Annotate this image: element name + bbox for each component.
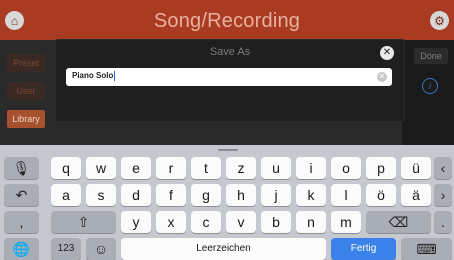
done-button[interactable]: Done — [414, 48, 448, 64]
microphone-key[interactable]: 🎙 — [4, 157, 39, 179]
key-r[interactable]: r — [156, 157, 186, 179]
return-key[interactable]: Fertig — [331, 238, 396, 260]
key-e[interactable]: e — [121, 157, 151, 179]
top-bar: ⌂ Song/Recording ⚙ — [0, 0, 454, 40]
key-w[interactable]: w — [86, 157, 116, 179]
key-i[interactable]: i — [296, 157, 326, 179]
onscreen-keyboard: 🎙 q w e r t z u i o p ü ‹ ↶ a s d f g h … — [0, 145, 454, 260]
key-g[interactable]: g — [191, 184, 221, 206]
dialog-title: Save As — [209, 46, 251, 58]
chevron-left-icon: ‹ — [440, 160, 446, 176]
key-l[interactable]: l — [331, 184, 361, 206]
close-icon[interactable]: ✕ — [380, 46, 394, 60]
name-input[interactable]: Piano Solo ✕ — [66, 68, 392, 86]
globe-key[interactable]: 🌐 — [4, 238, 39, 260]
key-u[interactable]: u — [261, 157, 291, 179]
gear-icon: ⚙ — [434, 13, 445, 28]
cursor-left-key[interactable]: ‹ — [434, 157, 452, 179]
key-m[interactable]: m — [331, 211, 361, 233]
sidebar-item-library[interactable]: Library — [7, 110, 45, 128]
comma-key[interactable]: , — [4, 211, 39, 233]
key-t[interactable]: t — [191, 157, 221, 179]
right-panel: Done i — [402, 40, 454, 145]
chevron-right-icon: › — [440, 187, 446, 203]
backspace-icon: ⌫ — [388, 214, 409, 230]
key-a-umlaut[interactable]: ä — [401, 184, 431, 206]
key-c[interactable]: c — [191, 211, 221, 233]
numbers-key[interactable]: 123 — [51, 238, 81, 260]
page-title: Song/Recording — [153, 10, 301, 32]
key-v[interactable]: v — [226, 211, 256, 233]
key-h[interactable]: h — [226, 184, 256, 206]
name-input-text: Piano Solo — [72, 71, 114, 81]
undo-key[interactable]: ↶ — [4, 184, 39, 206]
key-q[interactable]: q — [51, 157, 81, 179]
info-icon[interactable]: i — [422, 78, 438, 94]
save-as-dialog: Save As ✕ Piano Solo ✕ — [56, 40, 404, 121]
keyboard-dismiss-icon: ⌨ — [416, 241, 437, 257]
microphone-icon: 🎙 — [12, 160, 31, 176]
name-input-value: Piano Solo — [72, 71, 116, 81]
emoji-icon: ☺ — [93, 241, 109, 257]
key-s[interactable]: s — [86, 184, 116, 206]
key-n[interactable]: n — [296, 211, 326, 233]
space-key[interactable]: Leerzeichen — [121, 238, 326, 260]
key-p[interactable]: p — [366, 157, 396, 179]
emoji-key[interactable]: ☺ — [86, 238, 116, 260]
sidebar: Preset User Library — [0, 40, 52, 145]
keyboard-grabber[interactable] — [218, 149, 238, 151]
key-x[interactable]: x — [156, 211, 186, 233]
key-o-umlaut[interactable]: ö — [366, 184, 396, 206]
key-k[interactable]: k — [296, 184, 326, 206]
text-caret — [114, 71, 116, 81]
key-a[interactable]: a — [51, 184, 81, 206]
settings-button[interactable]: ⚙ — [430, 11, 449, 30]
backspace-key[interactable]: ⌫ — [366, 211, 431, 233]
sidebar-item-user[interactable]: User — [7, 82, 45, 100]
shift-icon: ⇧ — [77, 214, 90, 230]
undo-icon: ↶ — [15, 187, 28, 203]
shift-key[interactable]: ⇧ — [51, 211, 116, 233]
key-d[interactable]: d — [121, 184, 151, 206]
key-y[interactable]: y — [121, 211, 151, 233]
key-f[interactable]: f — [156, 184, 186, 206]
globe-icon: 🌐 — [12, 241, 31, 257]
dismiss-keyboard-key[interactable]: ⌨ — [401, 238, 452, 260]
key-z[interactable]: z — [226, 157, 256, 179]
clear-input-icon[interactable]: ✕ — [377, 72, 387, 82]
sidebar-item-preset[interactable]: Preset — [7, 54, 45, 72]
key-b[interactable]: b — [261, 211, 291, 233]
period-key[interactable]: . — [434, 211, 452, 233]
key-o[interactable]: o — [331, 157, 361, 179]
key-u-umlaut[interactable]: ü — [401, 157, 431, 179]
cursor-right-key[interactable]: › — [434, 184, 452, 206]
key-j[interactable]: j — [261, 184, 291, 206]
